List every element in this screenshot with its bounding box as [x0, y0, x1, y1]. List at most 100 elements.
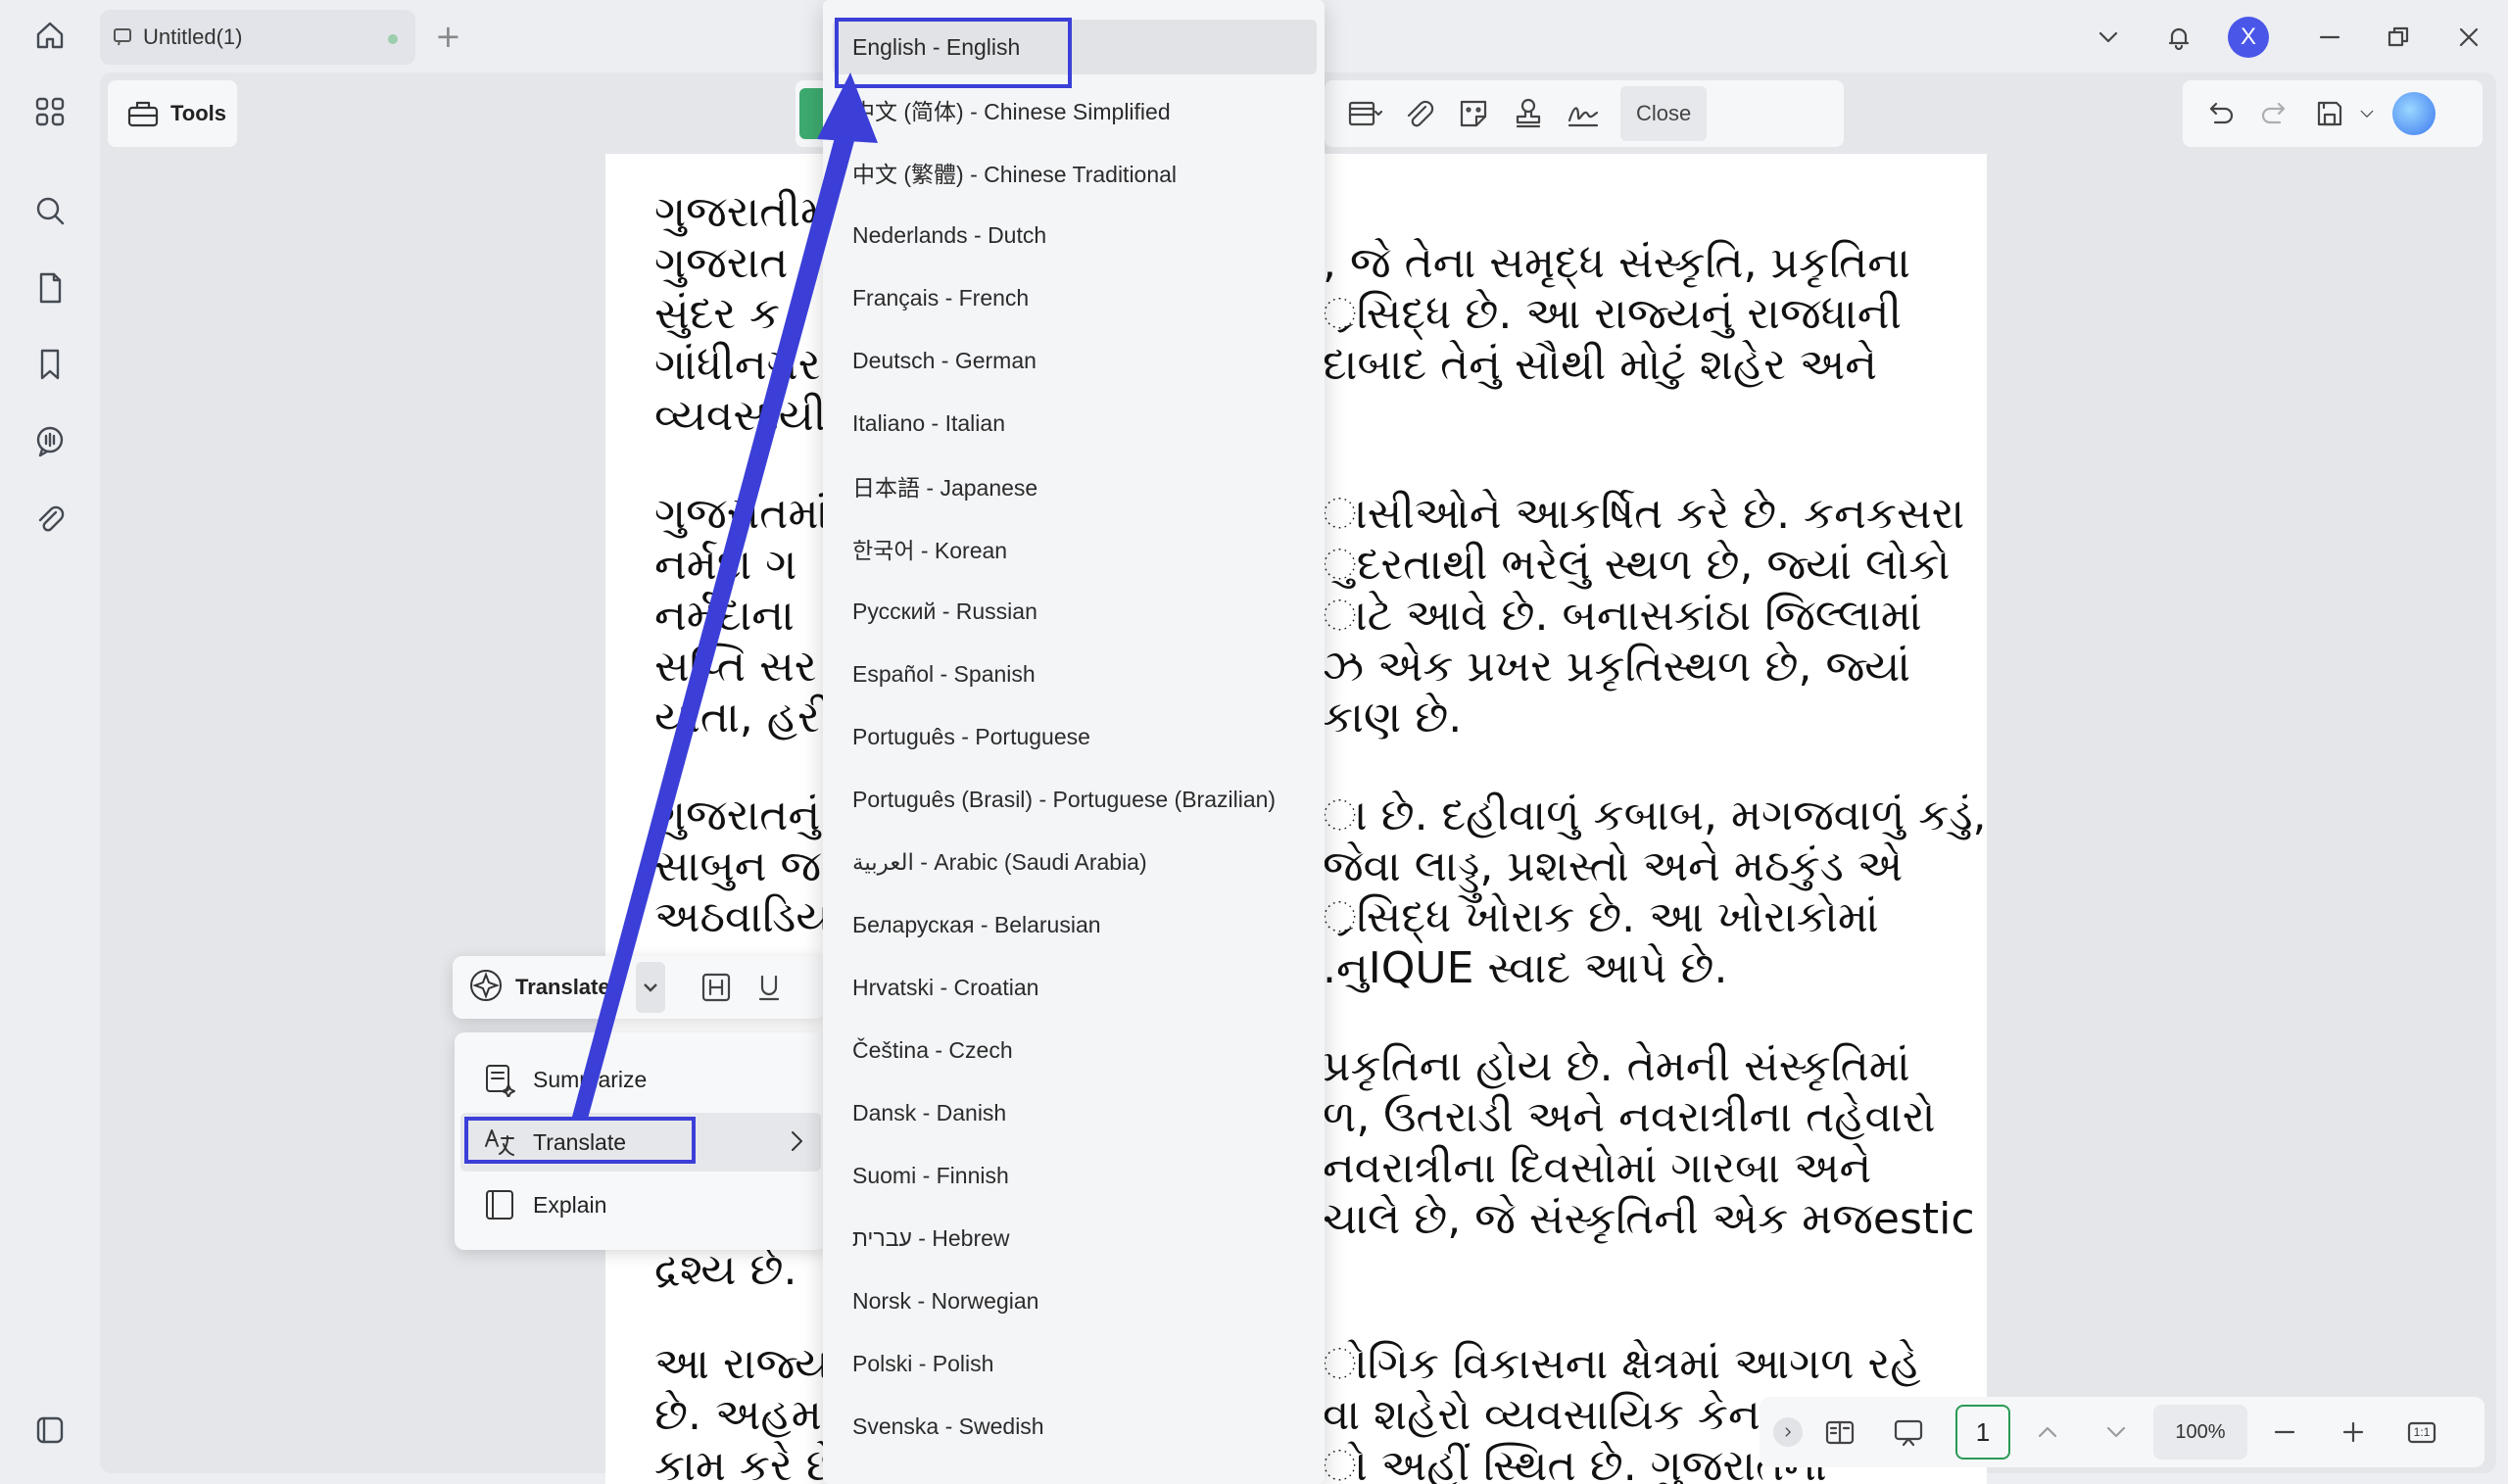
- text-line: પ્રકૃતિના હોય છે. તેમની સંસ્કૃતિમાં: [1323, 1041, 1910, 1091]
- text-line: ાસીઓને આકર્ષિત કરે છે. કનકસરા: [1323, 489, 1965, 539]
- language-option[interactable]: Svenska - Swedish: [833, 1399, 1317, 1454]
- explain-menu-item[interactable]: Explain: [460, 1175, 821, 1234]
- apps-grid-icon[interactable]: [28, 90, 72, 133]
- stamp-icon[interactable]: [1501, 86, 1556, 141]
- language-option[interactable]: 한국어 - Korean: [833, 521, 1317, 576]
- save-icon[interactable]: [2302, 86, 2357, 141]
- text-line: ળ, ઉતરાડી અને નવરાત્રીના તહેવારો: [1323, 1092, 1936, 1142]
- translate-highlight-box: [464, 1117, 696, 1164]
- text-line: ુદરતાથી ભરેલું સ્થળ છે, જ્યાં લોકો: [1323, 540, 1951, 590]
- save-options-chevron-icon[interactable]: [2357, 86, 2377, 141]
- attachment-icon[interactable]: [28, 498, 72, 541]
- language-option[interactable]: Deutsch - German: [833, 333, 1317, 388]
- language-option[interactable]: Suomi - Finnish: [833, 1148, 1317, 1203]
- text-line: ોગિક વિકાસના ક્ષેત્રમાં આગળ રહે: [1323, 1339, 1921, 1389]
- paragraph-right: પ્રકૃતિના હોય છે. તેમની સંસ્કૃતિમાં ળ, ઉ…: [1323, 1041, 1975, 1245]
- chevron-down-icon[interactable]: [2085, 14, 2132, 61]
- language-option[interactable]: Nederlands - Dutch: [833, 208, 1317, 263]
- language-option[interactable]: עברית - Hebrew: [833, 1211, 1317, 1266]
- explain-label: Explain: [533, 1191, 607, 1218]
- text-line: ઝ એક પ્રખર પ્રકૃતિસ્થળ છે, જ્યાં: [1323, 642, 1911, 692]
- translate-button[interactable]: Translate: [515, 975, 610, 1000]
- chevron-right-icon: [782, 1126, 811, 1162]
- zoom-in-icon[interactable]: [2326, 1405, 2381, 1460]
- document-tab[interactable]: Untitled(1): [100, 10, 415, 65]
- language-option[interactable]: 日本語 - Japanese: [833, 458, 1317, 513]
- history-toolbar: [2183, 80, 2483, 147]
- search-icon[interactable]: [28, 189, 72, 232]
- paragraph-right: ા છે. દહીવાળું કબાબ, મગજવાળું કડું, જેવા…: [1323, 790, 1987, 994]
- next-page-icon[interactable]: [2089, 1405, 2144, 1460]
- language-option[interactable]: Português - Portuguese: [833, 709, 1317, 764]
- close-toolbar-button[interactable]: Close: [1620, 86, 1708, 141]
- paperclip-icon[interactable]: [1391, 86, 1446, 141]
- language-option[interactable]: Italiano - Italian: [833, 396, 1317, 451]
- language-option[interactable]: Español - Spanish: [833, 646, 1317, 701]
- text-line: નવરાત્રીના દિવસોમાં ગારબા અને: [1323, 1143, 1872, 1193]
- heading-format-icon[interactable]: [697, 968, 736, 1007]
- toolbox-icon: [127, 101, 159, 127]
- text-line: .નુIQUE સ્વાદ આપે છે.: [1323, 943, 1728, 993]
- text-line: દાબાદ તેનું સૌથી મોટું શહેર અને: [1323, 340, 1878, 390]
- page-navigation-bar: 1 100% 1:1: [1760, 1397, 2484, 1467]
- page-number-input[interactable]: 1: [1955, 1405, 2010, 1460]
- english-highlight-box: [835, 18, 1072, 88]
- zoom-level[interactable]: 100%: [2153, 1405, 2247, 1460]
- text-line: ચાલે છે, જે સંસ્કૃતિની એક મજestic: [1323, 1194, 1975, 1244]
- language-option[interactable]: Português (Brasil) - Portuguese (Brazili…: [833, 772, 1317, 827]
- expand-toggle-icon[interactable]: [1773, 1417, 1803, 1447]
- sticker-icon[interactable]: [1446, 86, 1501, 141]
- presentation-icon[interactable]: [1881, 1405, 1936, 1460]
- table-tool-icon[interactable]: [1336, 86, 1391, 141]
- unsaved-dot: [388, 34, 398, 44]
- signature-icon[interactable]: [1556, 86, 1611, 141]
- zoom-out-icon[interactable]: [2257, 1405, 2312, 1460]
- text-line: જેવા લાડ્ડુ, પ્રશસ્તો અને મઠકુંડ એ: [1323, 841, 1904, 891]
- language-option[interactable]: Русский - Russian: [833, 584, 1317, 639]
- undo-icon[interactable]: [2193, 86, 2247, 141]
- language-option[interactable]: 中文 (简体) - Chinese Simplified: [833, 82, 1317, 137]
- text-line: ્રસિદ્ધ ખોરાક છે. આ ખોરાકોમાં: [1323, 892, 1879, 942]
- tools-button[interactable]: Tools: [108, 80, 237, 147]
- comment-icon[interactable]: [28, 419, 72, 462]
- reading-mode-icon[interactable]: [1812, 1405, 1867, 1460]
- paragraph-right: , જે તેના સમૃદ્ધ સંસ્કૃતિ, પ્રકૃતિના ્રસ…: [1323, 238, 1969, 391]
- minimize-icon[interactable]: [2306, 14, 2353, 61]
- language-option[interactable]: Norsk - Norwegian: [833, 1273, 1317, 1328]
- ai-translate-icon[interactable]: [466, 966, 506, 1009]
- redo-icon[interactable]: [2247, 86, 2302, 141]
- language-option[interactable]: Hrvatski - Croatian: [833, 960, 1317, 1015]
- new-tab-button[interactable]: +: [435, 18, 461, 55]
- ai-actions-dropdown[interactable]: [635, 962, 665, 1013]
- language-option[interactable]: Dansk - Danish: [833, 1085, 1317, 1140]
- bookmark-icon[interactable]: [28, 343, 72, 386]
- ai-floating-toolbar: Translate: [453, 956, 825, 1019]
- document-tab-title: Untitled(1): [143, 24, 243, 49]
- language-option[interactable]: 中文 (繁體) - Chinese Traditional: [833, 145, 1317, 200]
- close-window-icon[interactable]: [2445, 14, 2492, 61]
- language-option[interactable]: Français - French: [833, 270, 1317, 325]
- actual-size-icon[interactable]: 1:1: [2394, 1405, 2449, 1460]
- previous-page-icon[interactable]: [2020, 1405, 2075, 1460]
- annotation-toolbar: Close: [1325, 80, 1844, 147]
- text-line: કાણ છે.: [1323, 693, 1463, 742]
- theme-icon[interactable]: [28, 1409, 72, 1452]
- text-line: ્રસિદ્ધ છે. આ રાજ્યનું રાજધાની: [1323, 289, 1903, 339]
- underline-icon[interactable]: [749, 968, 789, 1007]
- summarize-menu-item[interactable]: Summarize: [460, 1050, 821, 1109]
- text-line: ા છે. દહીવાળું કબાબ, મગજવાળું કડું,: [1323, 790, 1987, 840]
- pages-icon[interactable]: [28, 266, 72, 310]
- home-icon[interactable]: [28, 14, 72, 57]
- actual-size-label: 1:1: [2413, 1425, 2431, 1439]
- explain-icon: [486, 1190, 513, 1220]
- avatar[interactable]: X: [2228, 17, 2269, 58]
- document-tab-icon: [112, 26, 133, 48]
- language-option[interactable]: Čeština - Czech: [833, 1023, 1317, 1077]
- language-option[interactable]: Polski - Polish: [833, 1336, 1317, 1391]
- notification-bell-icon[interactable]: [2155, 14, 2202, 61]
- ai-assistant-icon[interactable]: [2392, 92, 2436, 135]
- language-option[interactable]: Беларуская - Belarusian: [833, 897, 1317, 952]
- text-line: ાટે આવે છે. બનાસકાંઠા જિલ્લામાં: [1323, 591, 1922, 641]
- language-option[interactable]: العربية - Arabic (Saudi Arabia): [833, 835, 1317, 889]
- restore-icon[interactable]: [2375, 14, 2422, 61]
